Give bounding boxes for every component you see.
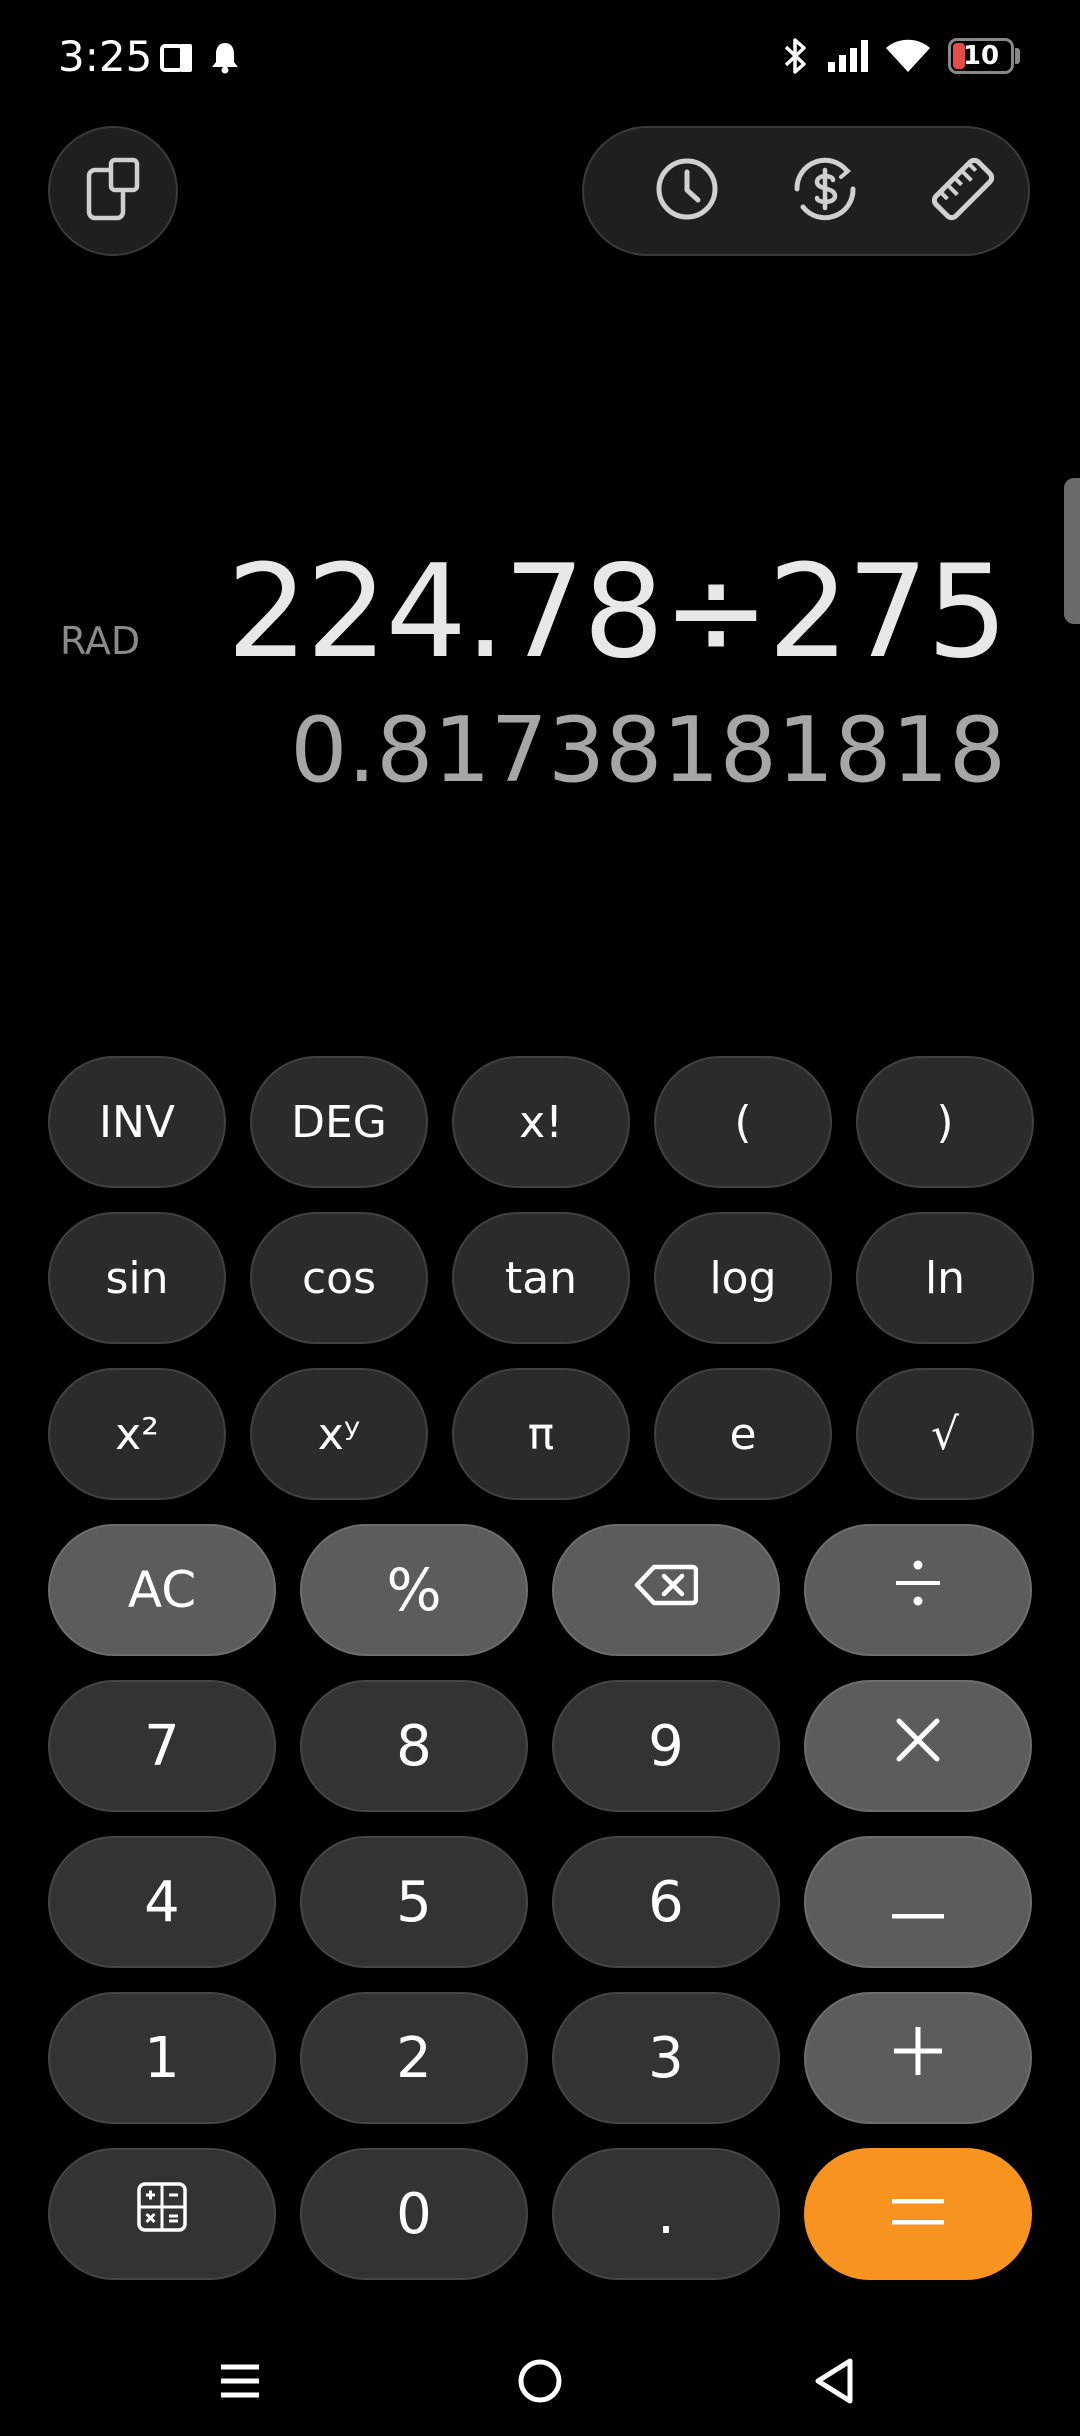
minus-key[interactable] [804, 1836, 1032, 1968]
equals-key[interactable] [804, 2148, 1032, 2280]
factorial-key[interactable]: x! [452, 1056, 630, 1188]
equals-icon [890, 2195, 946, 2233]
status-bar: 3:25 10 [0, 0, 1080, 115]
battery-level: 10 [962, 41, 1000, 71]
digit-4-key[interactable]: 4 [48, 1836, 276, 1968]
home-button[interactable] [500, 2348, 580, 2418]
result-display: 0.81738181818 [290, 698, 1006, 803]
digit-5-key[interactable]: 5 [300, 1836, 528, 1968]
log-key[interactable]: log [654, 1212, 832, 1344]
e-key[interactable]: e [654, 1368, 832, 1500]
digit-1-key[interactable]: 1 [48, 1992, 276, 2124]
battery-icon: 10 [948, 38, 1014, 74]
deg-key[interactable]: DEG [250, 1056, 428, 1188]
multiply-icon [893, 1714, 943, 1779]
notification-app-icon [160, 42, 194, 78]
calculator-mode-icon [85, 156, 141, 226]
bluetooth-icon [780, 36, 810, 80]
digit-0-key[interactable]: 0 [300, 2148, 528, 2280]
back-icon [812, 2357, 856, 2409]
ln-key[interactable]: ln [856, 1212, 1034, 1344]
backspace-key[interactable] [552, 1524, 780, 1656]
plus-key[interactable] [804, 1992, 1032, 2124]
decimal-key[interactable]: . [552, 2148, 780, 2280]
recent-apps-button[interactable] [200, 2348, 280, 2418]
digit-8-key[interactable]: 8 [300, 1680, 528, 1812]
open-paren-key[interactable]: ( [654, 1056, 832, 1188]
divide-icon [890, 1555, 946, 1625]
plus-icon [890, 2023, 946, 2093]
sqrt-key[interactable]: √ [856, 1368, 1034, 1500]
wifi-icon [884, 36, 932, 78]
home-icon [516, 2357, 564, 2409]
inv-key[interactable]: INV [48, 1056, 226, 1188]
scientific-toggle-icon [136, 2181, 188, 2247]
menu-icon [218, 2361, 262, 2405]
power-key[interactable]: xʸ [250, 1368, 428, 1500]
tools-bar [582, 126, 1030, 256]
minus-icon [890, 1870, 946, 1935]
history-button[interactable] [622, 128, 752, 254]
cos-key[interactable]: cos [250, 1212, 428, 1344]
status-time: 3:25 [58, 32, 153, 81]
battery-tip [1015, 48, 1020, 64]
clear-key[interactable]: AC [48, 1524, 276, 1656]
expression-display[interactable]: 224.78÷275 [227, 540, 1008, 686]
bell-icon [210, 40, 240, 78]
angle-mode-indicator: RAD [60, 619, 141, 663]
side-drawer-handle[interactable] [1064, 478, 1080, 624]
backspace-icon [634, 1561, 699, 1619]
divide-key[interactable] [804, 1524, 1032, 1656]
digit-3-key[interactable]: 3 [552, 1992, 780, 2124]
pi-key[interactable]: π [452, 1368, 630, 1500]
back-button[interactable] [794, 2348, 874, 2418]
tan-key[interactable]: tan [452, 1212, 630, 1344]
multiply-key[interactable] [804, 1680, 1032, 1812]
digit-2-key[interactable]: 2 [300, 1992, 528, 2124]
calculator-mode-button[interactable] [48, 126, 178, 256]
ruler-icon [927, 153, 999, 229]
history-icon [652, 154, 722, 228]
digit-9-key[interactable]: 9 [552, 1680, 780, 1812]
digit-7-key[interactable]: 7 [48, 1680, 276, 1812]
square-key[interactable]: x² [48, 1368, 226, 1500]
scientific-toggle-key[interactable] [48, 2148, 276, 2280]
currency-button[interactable] [760, 128, 890, 254]
sin-key[interactable]: sin [48, 1212, 226, 1344]
currency-icon [789, 153, 861, 229]
percent-key[interactable]: % [300, 1524, 528, 1656]
unit-converter-button[interactable] [898, 128, 1028, 254]
close-paren-key[interactable]: ) [856, 1056, 1034, 1188]
digit-6-key[interactable]: 6 [552, 1836, 780, 1968]
signal-icon [826, 38, 872, 78]
